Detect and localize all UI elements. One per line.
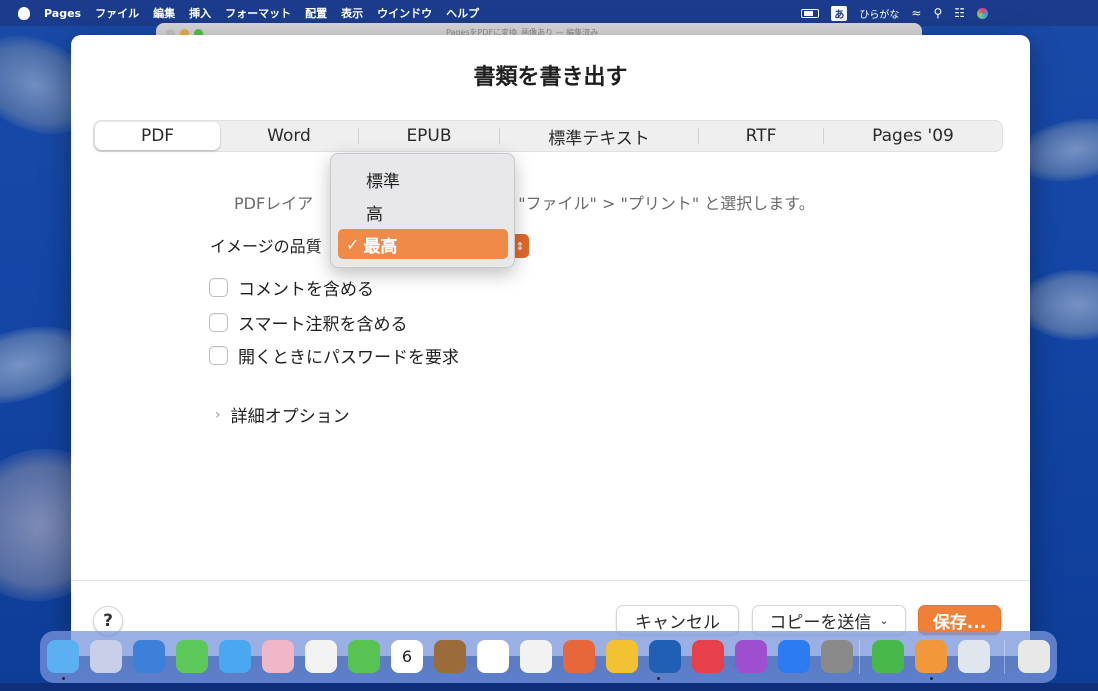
dock-app-18-icon[interactable] bbox=[778, 640, 810, 673]
siri-icon[interactable] bbox=[977, 7, 988, 19]
dock-app-13-icon[interactable] bbox=[563, 640, 595, 673]
tab-pages09[interactable]: Pages '09 bbox=[824, 122, 1002, 150]
chevron-down-icon: ⌄ bbox=[879, 613, 889, 627]
save-button-label: 保存... bbox=[932, 612, 987, 633]
image-quality-label: イメージの品質 bbox=[210, 237, 322, 256]
require-password-label[interactable]: 開くときにパスワードを要求 bbox=[238, 343, 459, 368]
footer-divider bbox=[71, 580, 1030, 581]
input-mode-label[interactable]: ひらがな bbox=[859, 6, 899, 21]
dock-app-11-icon[interactable] bbox=[477, 640, 509, 673]
input-mode-icon[interactable]: あ bbox=[831, 5, 848, 21]
menu-app-name[interactable]: Pages bbox=[44, 7, 81, 20]
menu-item-edit[interactable]: 編集 bbox=[153, 5, 175, 21]
dock-app-9-icon[interactable]: 6 bbox=[391, 640, 423, 673]
dock-app-19-icon[interactable] bbox=[821, 640, 853, 673]
dock-app-6-icon[interactable] bbox=[262, 640, 294, 673]
tab-label: Word bbox=[267, 126, 311, 146]
dock-app-20-icon[interactable] bbox=[872, 640, 904, 673]
menu-item-file[interactable]: ファイル bbox=[95, 5, 139, 21]
tab-plain-text[interactable]: 標準テキスト bbox=[500, 122, 698, 150]
help-icon: ? bbox=[103, 611, 113, 631]
dock-separator bbox=[1004, 640, 1005, 674]
tab-label: EPUB bbox=[406, 126, 452, 146]
control-center-icon[interactable]: ☷ bbox=[954, 6, 965, 20]
tab-label: PDF bbox=[140, 126, 175, 146]
tab-pdf[interactable]: PDF bbox=[95, 122, 220, 150]
tab-word[interactable]: Word bbox=[220, 122, 358, 150]
hint-text-left: PDFレイア bbox=[234, 194, 314, 213]
desktop-bottom-edge bbox=[0, 683, 1098, 691]
quality-option-best[interactable]: ✓ 最高 bbox=[338, 229, 508, 259]
menu-item-insert[interactable]: 挿入 bbox=[189, 5, 211, 21]
checkmark-icon: ✓ bbox=[346, 234, 360, 254]
apple-menu-icon[interactable] bbox=[18, 6, 30, 20]
image-quality-row: イメージの品質 bbox=[210, 233, 322, 257]
tab-label: Pages '09 bbox=[872, 126, 954, 146]
dock-app-2-icon[interactable] bbox=[90, 640, 122, 673]
dock-running-indicator bbox=[62, 677, 65, 680]
pdf-layout-hint: PDFレイア は、"ファイル" > "プリント" と選択します。 bbox=[234, 190, 815, 214]
dock-app-16-icon[interactable] bbox=[692, 640, 724, 673]
option-label: 最高 bbox=[363, 236, 398, 257]
dock-app-10-icon[interactable] bbox=[434, 640, 466, 673]
menu-item-view[interactable]: 表示 bbox=[341, 5, 363, 21]
include-comments-label[interactable]: コメントを含める bbox=[238, 275, 374, 300]
menu-item-help[interactable]: ヘルプ bbox=[446, 5, 479, 21]
send-copy-button-label: コピーを送信 bbox=[769, 612, 872, 633]
dock-app-17-icon[interactable] bbox=[735, 640, 767, 673]
require-password-row[interactable]: 開くときにパスワードを要求 bbox=[209, 343, 459, 368]
option-label: 標準 bbox=[366, 171, 400, 192]
hint-text-right: は、"ファイル" > "プリント" と選択します。 bbox=[486, 194, 815, 213]
tab-epub[interactable]: EPUB bbox=[359, 122, 499, 150]
dock-app-22-icon[interactable] bbox=[958, 640, 990, 673]
dock-app-15-icon[interactable] bbox=[649, 640, 681, 673]
image-quality-popup-menu: 標準 高 ✓ 最高 bbox=[330, 153, 515, 268]
chevron-right-icon[interactable]: › bbox=[215, 407, 221, 423]
include-smart-annotations-label[interactable]: スマート注釈を含める bbox=[238, 310, 408, 335]
quality-option-high[interactable]: 高 bbox=[338, 197, 508, 227]
tab-label: 標準テキスト bbox=[548, 128, 650, 149]
tab-rtf[interactable]: RTF bbox=[699, 122, 823, 150]
dialog-title: 書類を書き出す bbox=[473, 65, 628, 90]
battery-charging-icon[interactable] bbox=[801, 8, 820, 18]
dock-app-3-icon[interactable] bbox=[133, 640, 165, 673]
dock-app-23-icon[interactable] bbox=[1018, 640, 1050, 673]
dock-app-5-icon[interactable] bbox=[219, 640, 251, 673]
menu-item-window[interactable]: ウインドウ bbox=[377, 5, 432, 21]
spotlight-search-icon[interactable]: ⚲ bbox=[933, 6, 942, 20]
export-format-tabs: PDF Word EPUB 標準テキスト RTF Pages '09 bbox=[93, 120, 1003, 152]
include-comments-row[interactable]: コメントを含める bbox=[209, 275, 374, 300]
quality-option-standard[interactable]: 標準 bbox=[338, 164, 508, 194]
dock-app-8-icon[interactable] bbox=[348, 640, 380, 673]
dock-running-indicator bbox=[930, 677, 933, 680]
include-smart-annotations-checkbox[interactable] bbox=[209, 313, 228, 332]
wallpaper-dolphin bbox=[1018, 270, 1098, 340]
include-comments-checkbox[interactable] bbox=[209, 278, 228, 297]
advanced-options-disclosure[interactable]: › 詳細オプション bbox=[215, 402, 350, 428]
menu-item-arrange[interactable]: 配置 bbox=[305, 5, 327, 21]
include-smart-annotations-row[interactable]: スマート注釈を含める bbox=[209, 310, 408, 335]
cancel-button-label: キャンセル bbox=[635, 612, 720, 633]
dock-app-12-icon[interactable] bbox=[520, 640, 552, 673]
dock-running-indicator bbox=[657, 677, 660, 680]
dock-app-14-icon[interactable] bbox=[606, 640, 638, 673]
tab-label: RTF bbox=[745, 126, 777, 146]
dock-app-4-icon[interactable] bbox=[176, 640, 208, 673]
wifi-icon[interactable]: ≈ bbox=[911, 6, 921, 20]
export-dialog: 書類を書き出す PDF Word EPUB 標準テキスト RTF Pages '… bbox=[71, 35, 1030, 656]
dock-separator bbox=[859, 640, 860, 674]
dock-app-7-icon[interactable] bbox=[305, 640, 337, 673]
advanced-options-label[interactable]: 詳細オプション bbox=[231, 402, 350, 427]
menu-item-format[interactable]: フォーマット bbox=[225, 5, 291, 21]
option-label: 高 bbox=[366, 204, 383, 225]
dock-app-1-icon[interactable] bbox=[47, 640, 79, 673]
require-password-checkbox[interactable] bbox=[209, 346, 228, 365]
dock-app-21-icon[interactable] bbox=[915, 640, 947, 673]
